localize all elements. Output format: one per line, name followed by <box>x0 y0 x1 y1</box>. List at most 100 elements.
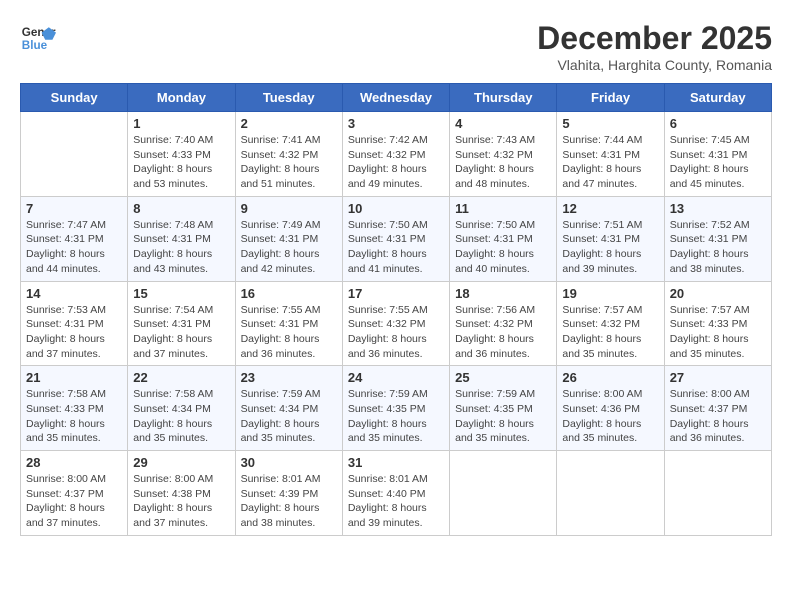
day-number: 3 <box>348 116 444 131</box>
day-number: 5 <box>562 116 658 131</box>
day-info: Sunrise: 7:52 AM Sunset: 4:31 PM Dayligh… <box>670 218 766 277</box>
day-info: Sunrise: 7:54 AM Sunset: 4:31 PM Dayligh… <box>133 303 229 362</box>
calendar-table: SundayMondayTuesdayWednesdayThursdayFrid… <box>20 83 772 536</box>
weekday-header-wednesday: Wednesday <box>342 84 449 112</box>
day-info: Sunrise: 7:58 AM Sunset: 4:33 PM Dayligh… <box>26 387 122 446</box>
day-cell: 8 Sunrise: 7:48 AM Sunset: 4:31 PM Daylig… <box>128 196 235 281</box>
day-info: Sunrise: 7:40 AM Sunset: 4:33 PM Dayligh… <box>133 133 229 192</box>
logo-icon: General Blue <box>20 20 56 56</box>
day-cell: 24 Sunrise: 7:59 AM Sunset: 4:35 PM Dayli… <box>342 366 449 451</box>
day-cell: 10 Sunrise: 7:50 AM Sunset: 4:31 PM Dayli… <box>342 196 449 281</box>
day-number: 25 <box>455 370 551 385</box>
week-row-1: 1Sunrise: 7:40 AM Sunset: 4:33 PM Daylig… <box>21 112 772 197</box>
day-cell: 22Sunrise: 7:58 AM Sunset: 4:34 PM Dayli… <box>128 366 235 451</box>
day-cell: 25 Sunrise: 7:59 AM Sunset: 4:35 PM Dayli… <box>450 366 557 451</box>
day-info: Sunrise: 7:58 AM Sunset: 4:34 PM Dayligh… <box>133 387 229 446</box>
day-info: Sunrise: 7:48 AM Sunset: 4:31 PM Dayligh… <box>133 218 229 277</box>
day-number: 7 <box>26 201 122 216</box>
day-cell: 12Sunrise: 7:51 AM Sunset: 4:31 PM Dayli… <box>557 196 664 281</box>
day-info: Sunrise: 7:42 AM Sunset: 4:32 PM Dayligh… <box>348 133 444 192</box>
day-info: Sunrise: 7:49 AM Sunset: 4:31 PM Dayligh… <box>241 218 337 277</box>
day-number: 24 <box>348 370 444 385</box>
day-cell <box>21 112 128 197</box>
day-number: 15 <box>133 286 229 301</box>
day-cell: 19Sunrise: 7:57 AM Sunset: 4:32 PM Dayli… <box>557 281 664 366</box>
day-cell: 27 Sunrise: 8:00 AM Sunset: 4:37 PM Dayli… <box>664 366 771 451</box>
day-number: 9 <box>241 201 337 216</box>
day-cell: 1Sunrise: 7:40 AM Sunset: 4:33 PM Daylig… <box>128 112 235 197</box>
day-info: Sunrise: 7:53 AM Sunset: 4:31 PM Dayligh… <box>26 303 122 362</box>
day-info: Sunrise: 8:00 AM Sunset: 4:37 PM Dayligh… <box>26 472 122 531</box>
day-info: Sunrise: 8:00 AM Sunset: 4:38 PM Dayligh… <box>133 472 229 531</box>
day-info: Sunrise: 7:45 AM Sunset: 4:31 PM Dayligh… <box>670 133 766 192</box>
day-cell: 11 Sunrise: 7:50 AM Sunset: 4:31 PM Dayli… <box>450 196 557 281</box>
day-number: 10 <box>348 201 444 216</box>
day-number: 26 <box>562 370 658 385</box>
day-cell: 16 Sunrise: 7:55 AM Sunset: 4:31 PM Dayli… <box>235 281 342 366</box>
day-cell: 18Sunrise: 7:56 AM Sunset: 4:32 PM Dayli… <box>450 281 557 366</box>
day-info: Sunrise: 7:59 AM Sunset: 4:35 PM Dayligh… <box>348 387 444 446</box>
day-cell <box>450 451 557 536</box>
day-number: 16 <box>241 286 337 301</box>
day-cell: 17Sunrise: 7:55 AM Sunset: 4:32 PM Dayli… <box>342 281 449 366</box>
day-info: Sunrise: 7:50 AM Sunset: 4:31 PM Dayligh… <box>455 218 551 277</box>
day-info: Sunrise: 8:00 AM Sunset: 4:37 PM Dayligh… <box>670 387 766 446</box>
day-info: Sunrise: 7:50 AM Sunset: 4:31 PM Dayligh… <box>348 218 444 277</box>
day-cell: 29 Sunrise: 8:00 AM Sunset: 4:38 PM Dayli… <box>128 451 235 536</box>
day-number: 6 <box>670 116 766 131</box>
day-info: Sunrise: 7:57 AM Sunset: 4:32 PM Dayligh… <box>562 303 658 362</box>
day-number: 29 <box>133 455 229 470</box>
day-number: 31 <box>348 455 444 470</box>
location-subtitle: Vlahita, Harghita County, Romania <box>537 57 772 73</box>
day-number: 8 <box>133 201 229 216</box>
day-cell: 20 Sunrise: 7:57 AM Sunset: 4:33 PM Dayli… <box>664 281 771 366</box>
day-cell: 5 Sunrise: 7:44 AM Sunset: 4:31 PM Daylig… <box>557 112 664 197</box>
day-number: 23 <box>241 370 337 385</box>
day-cell: 28 Sunrise: 8:00 AM Sunset: 4:37 PM Dayli… <box>21 451 128 536</box>
day-cell: 9 Sunrise: 7:49 AM Sunset: 4:31 PM Daylig… <box>235 196 342 281</box>
week-row-3: 14Sunrise: 7:53 AM Sunset: 4:31 PM Dayli… <box>21 281 772 366</box>
week-row-2: 7 Sunrise: 7:47 AM Sunset: 4:31 PM Daylig… <box>21 196 772 281</box>
day-cell <box>557 451 664 536</box>
week-row-4: 21 Sunrise: 7:58 AM Sunset: 4:33 PM Dayli… <box>21 366 772 451</box>
weekday-header-tuesday: Tuesday <box>235 84 342 112</box>
weekday-header-sunday: Sunday <box>21 84 128 112</box>
weekday-header-saturday: Saturday <box>664 84 771 112</box>
weekday-header-monday: Monday <box>128 84 235 112</box>
day-cell: 2 Sunrise: 7:41 AM Sunset: 4:32 PM Daylig… <box>235 112 342 197</box>
day-info: Sunrise: 7:44 AM Sunset: 4:31 PM Dayligh… <box>562 133 658 192</box>
day-info: Sunrise: 7:43 AM Sunset: 4:32 PM Dayligh… <box>455 133 551 192</box>
day-cell: 15 Sunrise: 7:54 AM Sunset: 4:31 PM Dayli… <box>128 281 235 366</box>
day-number: 13 <box>670 201 766 216</box>
page-header: General Blue December 2025 Vlahita, Harg… <box>20 20 772 73</box>
logo: General Blue <box>20 20 56 56</box>
day-cell: 7 Sunrise: 7:47 AM Sunset: 4:31 PM Daylig… <box>21 196 128 281</box>
day-number: 27 <box>670 370 766 385</box>
day-info: Sunrise: 7:57 AM Sunset: 4:33 PM Dayligh… <box>670 303 766 362</box>
title-block: December 2025 Vlahita, Harghita County, … <box>537 20 772 73</box>
day-number: 4 <box>455 116 551 131</box>
day-cell: 21 Sunrise: 7:58 AM Sunset: 4:33 PM Dayli… <box>21 366 128 451</box>
day-cell: 3 Sunrise: 7:42 AM Sunset: 4:32 PM Daylig… <box>342 112 449 197</box>
day-cell: 14Sunrise: 7:53 AM Sunset: 4:31 PM Dayli… <box>21 281 128 366</box>
day-info: Sunrise: 8:01 AM Sunset: 4:39 PM Dayligh… <box>241 472 337 531</box>
day-info: Sunrise: 7:59 AM Sunset: 4:35 PM Dayligh… <box>455 387 551 446</box>
day-cell: 30Sunrise: 8:01 AM Sunset: 4:39 PM Dayli… <box>235 451 342 536</box>
day-cell: 13 Sunrise: 7:52 AM Sunset: 4:31 PM Dayli… <box>664 196 771 281</box>
day-info: Sunrise: 7:59 AM Sunset: 4:34 PM Dayligh… <box>241 387 337 446</box>
day-cell: 23 Sunrise: 7:59 AM Sunset: 4:34 PM Dayli… <box>235 366 342 451</box>
day-cell: 26 Sunrise: 8:00 AM Sunset: 4:36 PM Dayli… <box>557 366 664 451</box>
day-number: 17 <box>348 286 444 301</box>
day-number: 21 <box>26 370 122 385</box>
day-info: Sunrise: 8:00 AM Sunset: 4:36 PM Dayligh… <box>562 387 658 446</box>
day-number: 20 <box>670 286 766 301</box>
day-number: 2 <box>241 116 337 131</box>
day-number: 11 <box>455 201 551 216</box>
day-info: Sunrise: 7:41 AM Sunset: 4:32 PM Dayligh… <box>241 133 337 192</box>
day-info: Sunrise: 7:47 AM Sunset: 4:31 PM Dayligh… <box>26 218 122 277</box>
day-number: 28 <box>26 455 122 470</box>
day-info: Sunrise: 7:55 AM Sunset: 4:31 PM Dayligh… <box>241 303 337 362</box>
month-title: December 2025 <box>537 20 772 57</box>
weekday-header-row: SundayMondayTuesdayWednesdayThursdayFrid… <box>21 84 772 112</box>
day-cell: 31Sunrise: 8:01 AM Sunset: 4:40 PM Dayli… <box>342 451 449 536</box>
